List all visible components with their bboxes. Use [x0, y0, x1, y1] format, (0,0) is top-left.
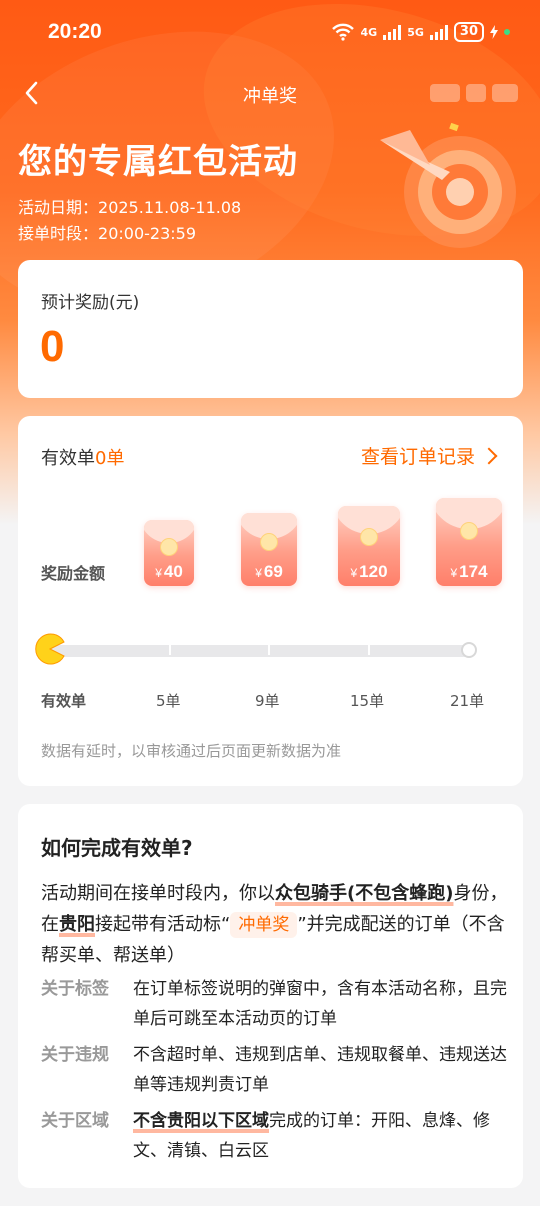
page-title: 您的专属红包活动: [18, 142, 298, 182]
tier-amount: ¥120: [350, 562, 388, 581]
status-icons: 4G 5G 30: [331, 22, 510, 42]
signal-icon: [383, 24, 402, 40]
tier-orders-label: 9单: [255, 692, 280, 710]
network-5g-label: 5G: [407, 25, 424, 39]
howto-description: 活动期间在接单时段内，你以众包骑手(不包含蜂跑)身份，在贵阳接起带有活动标“ 冲单…: [41, 883, 508, 966]
axis-start-label: 有效单: [41, 692, 87, 710]
red-envelope-tier-2: ¥69: [241, 513, 297, 586]
activity-date-label: 活动日期：: [18, 198, 99, 217]
tier-amount: ¥40: [155, 562, 183, 581]
rule-key: 关于区域: [41, 1111, 109, 1131]
howto-card: 如何完成有效单? 活动期间在接单时段内，你以众包骑手(不包含蜂跑)身份，在贵阳接…: [18, 804, 523, 1188]
city-highlight: 贵阳: [59, 914, 95, 935]
progress-card: 有效单0单 查看订单记录 奖励金额 ¥40 ¥69 ¥120 ¥174 有效单 …: [18, 416, 523, 786]
notification-dot: [504, 29, 510, 35]
charging-icon: [490, 25, 498, 39]
tier-orders-label: 5单: [156, 692, 181, 710]
target-dart-icon: [380, 122, 516, 248]
rule-key: 关于违规: [41, 1045, 109, 1065]
progress-track: [50, 645, 470, 657]
estimated-reward-card: 预计奖励(元) 0: [18, 260, 523, 398]
estimated-reward-label: 预计奖励(元): [41, 293, 140, 313]
coin-icon: [460, 522, 478, 540]
tier-orders-label: 21单: [450, 692, 485, 710]
network-4g-label: 4G: [360, 25, 378, 39]
coin-icon: [360, 528, 378, 546]
red-envelope-tier-4: ¥174: [436, 498, 502, 586]
order-period-value: 20:00-23:59: [98, 224, 197, 243]
estimated-reward-value: 0: [40, 322, 65, 371]
red-envelope-tier-3: ¥120: [338, 506, 400, 586]
rule-item-violation: 关于违规 不含超时单、违规到店单、违规取餐单、违规送达单等违规判责订单: [41, 1040, 511, 1100]
blurred-user-info: [430, 84, 520, 102]
battery-icon: 30: [453, 22, 484, 42]
rule-item-tag: 关于标签 在订单标签说明的弹窗中，含有本活动名称，且完单后可跳至本活动页的订单: [41, 974, 511, 1034]
rule-value: 不含超时单、违规到店单、违规取餐单、违规送达单等违规判责订单: [133, 1045, 507, 1095]
valid-orders-value: 0单: [95, 448, 125, 469]
activity-date: 活动日期：2025.11.08-11.08: [18, 194, 241, 218]
view-order-records-label: 查看订单记录: [360, 446, 475, 468]
valid-orders-count: 有效单0单: [41, 444, 124, 470]
coin-icon: [160, 538, 178, 556]
order-period: 接单时段：20:00-23:59: [18, 220, 196, 244]
progress-tick: [169, 643, 171, 655]
tier-amount: ¥69: [255, 562, 283, 581]
reward-amount-label: 奖励金额: [41, 564, 106, 583]
howto-title: 如何完成有效单?: [41, 836, 193, 860]
rule-key: 关于标签: [41, 979, 109, 999]
wifi-icon: [331, 23, 354, 41]
progress-end-marker: [461, 642, 477, 658]
activity-date-value: 2025.11.08-11.08: [98, 198, 242, 217]
activity-tag: 冲单奖: [230, 912, 298, 938]
rule-item-area: 关于区域 不含贵阳以下区域完成的订单：开阳、息烽、修文、清镇、白云区: [41, 1106, 511, 1166]
red-envelope-tier-1: ¥40: [144, 520, 194, 586]
signal-icon: [429, 24, 448, 40]
tier-orders-label: 15单: [350, 692, 385, 710]
area-exclusion-highlight: 不含贵阳以下区域: [133, 1111, 269, 1131]
progress-indicator-icon: [35, 633, 65, 665]
order-period-label: 接单时段：: [18, 224, 99, 243]
progress-tick: [368, 643, 370, 655]
rule-value: 在订单标签说明的弹窗中，含有本活动名称，且完单后可跳至本活动页的订单: [133, 979, 507, 1029]
progress-tick: [268, 643, 270, 655]
status-time: 20:20: [48, 20, 102, 43]
chevron-right-icon: [480, 447, 498, 464]
valid-orders-label: 有效单: [41, 448, 95, 469]
coin-icon: [260, 533, 278, 551]
status-bar: 20:20 4G 5G 30: [0, 0, 540, 66]
view-order-records-link[interactable]: 查看订单记录: [360, 442, 498, 469]
data-delay-note: 数据有延时，以审核通过后页面更新数据为准: [41, 742, 342, 760]
nav-bar: 冲单奖: [0, 72, 540, 116]
rider-type-highlight: 众包骑手(不包含蜂跑): [275, 883, 454, 904]
tier-amount: ¥174: [450, 562, 488, 581]
rule-value: 不含贵阳以下区域完成的订单：开阳、息烽、修文、清镇、白云区: [133, 1111, 490, 1161]
